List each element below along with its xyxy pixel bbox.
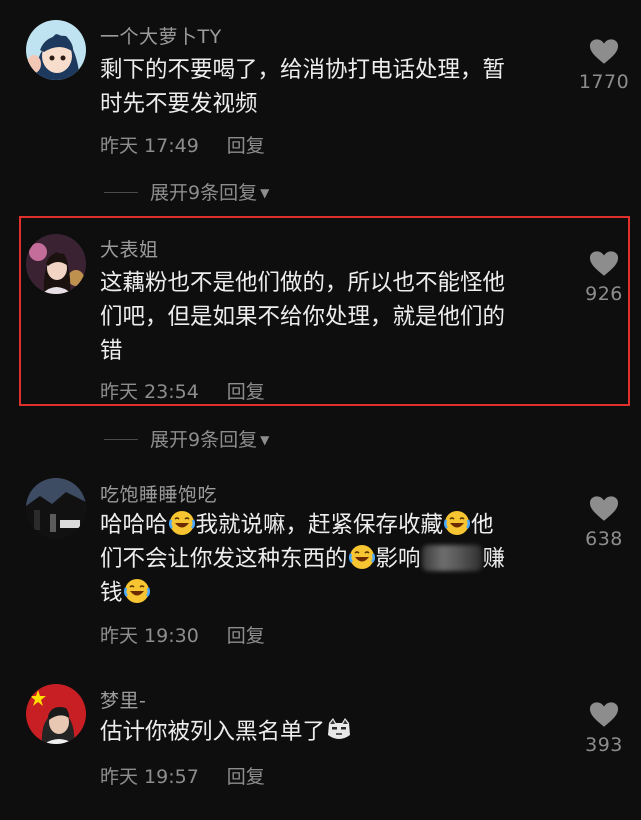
username[interactable]: 大表姐 (100, 235, 159, 262)
reply-button[interactable]: 回复 (227, 625, 265, 647)
like-count: 638 (585, 528, 623, 550)
expand-replies-label[interactable]: 展开9条回复 (150, 429, 257, 451)
man-flag-avatar[interactable] (26, 684, 86, 744)
reply-button[interactable]: 回复 (227, 766, 265, 788)
heart-icon[interactable] (589, 250, 619, 277)
comment-text: 估计你被列入黑名单了 (100, 715, 555, 749)
caret-down-icon: ▼ (260, 186, 270, 200)
woman-photo-avatar[interactable] (26, 234, 86, 294)
heart-icon[interactable] (589, 38, 619, 65)
like-button[interactable]: 926 (576, 250, 632, 305)
comment-meta: 昨天 19:30 回复 (100, 621, 265, 648)
text-segment: 我就说嘛，赶紧保存收藏 (195, 512, 444, 538)
text-segment: 哈哈哈 (100, 512, 168, 538)
reply-button[interactable]: 回复 (227, 135, 265, 157)
text-segment: 估计你被列入黑名单了 (100, 719, 326, 745)
caret-down-icon: ▼ (260, 433, 270, 447)
laughing-tears-emoji-icon (124, 578, 150, 604)
heart-icon[interactable] (589, 701, 619, 728)
comment-text: 这藕粉也不是他们做的，所以也不能怪他 们吧，但是如果不给你处理，就是他们的 错 (100, 266, 555, 368)
like-button[interactable]: 638 (576, 495, 632, 550)
comment-meta: 昨天 17:49 回复 (100, 131, 265, 158)
comment-text: 剩下的不要喝了，给消协打电话处理，暂 时先不要发视频 (100, 53, 555, 121)
cartoon-girl-avatar[interactable] (26, 20, 86, 80)
comment-line: 钱 (100, 576, 555, 610)
comment-line: 这藕粉也不是他们做的，所以也不能怪他 (100, 270, 506, 296)
laughing-tears-emoji-icon (349, 544, 375, 570)
expand-replies-button[interactable]: 展开9条回复 ▼ (104, 425, 269, 452)
text-segment: 们不会让你发这种东西的 (100, 546, 348, 572)
comment-line: 时先不要发视频 (100, 91, 258, 117)
comment-line: 们不会让你发这种东西的 影响 赚 (100, 542, 555, 576)
blurred-text (421, 545, 482, 571)
dark-street-avatar[interactable] (26, 478, 86, 538)
like-count: 926 (585, 283, 623, 305)
comment-meta: 昨天 23:54 回复 (100, 377, 265, 404)
reply-button[interactable]: 回复 (227, 381, 265, 403)
divider (104, 439, 138, 440)
text-segment: 赚 (482, 546, 506, 572)
laughing-tears-emoji-icon (169, 510, 195, 536)
divider (104, 192, 138, 193)
like-count: 393 (585, 734, 623, 756)
username[interactable]: 一个大萝卜TY (100, 22, 222, 49)
text-segment: 影响 (375, 546, 421, 572)
username[interactable]: 梦里- (100, 686, 146, 713)
expand-replies-label[interactable]: 展开9条回复 (150, 182, 257, 204)
heart-icon[interactable] (589, 495, 619, 522)
expand-replies-button[interactable]: 展开9条回复 ▼ (104, 178, 269, 205)
comment-meta: 昨天 19:57 回复 (100, 762, 265, 789)
comment-line: 们吧，但是如果不给你处理，就是他们的 (100, 304, 506, 330)
text-segment: 他 (471, 512, 494, 538)
comment-line: 剩下的不要喝了，给消协打电话处理，暂 (100, 57, 506, 83)
timestamp: 昨天 19:30 (100, 625, 199, 647)
comment-line: 估计你被列入黑名单了 (100, 715, 555, 749)
cat-face-emoji-icon (326, 717, 352, 743)
timestamp: 昨天 17:49 (100, 135, 199, 157)
like-button[interactable]: 393 (576, 701, 632, 756)
comment-line: 错 (100, 338, 123, 364)
like-count: 1770 (578, 71, 630, 93)
timestamp: 昨天 23:54 (100, 381, 199, 403)
like-button[interactable]: 1770 (576, 38, 632, 93)
username[interactable]: 吃饱睡睡饱吃 (100, 480, 217, 507)
comment-line: 哈哈哈 我就说嘛，赶紧保存收藏 他 (100, 508, 555, 542)
text-segment: 钱 (100, 580, 123, 606)
laughing-tears-emoji-icon (444, 510, 470, 536)
timestamp: 昨天 19:57 (100, 766, 199, 788)
comment-text: 哈哈哈 我就说嘛，赶紧保存收藏 他 们不会让你发这种东西的 影响 赚 钱 (100, 508, 555, 610)
